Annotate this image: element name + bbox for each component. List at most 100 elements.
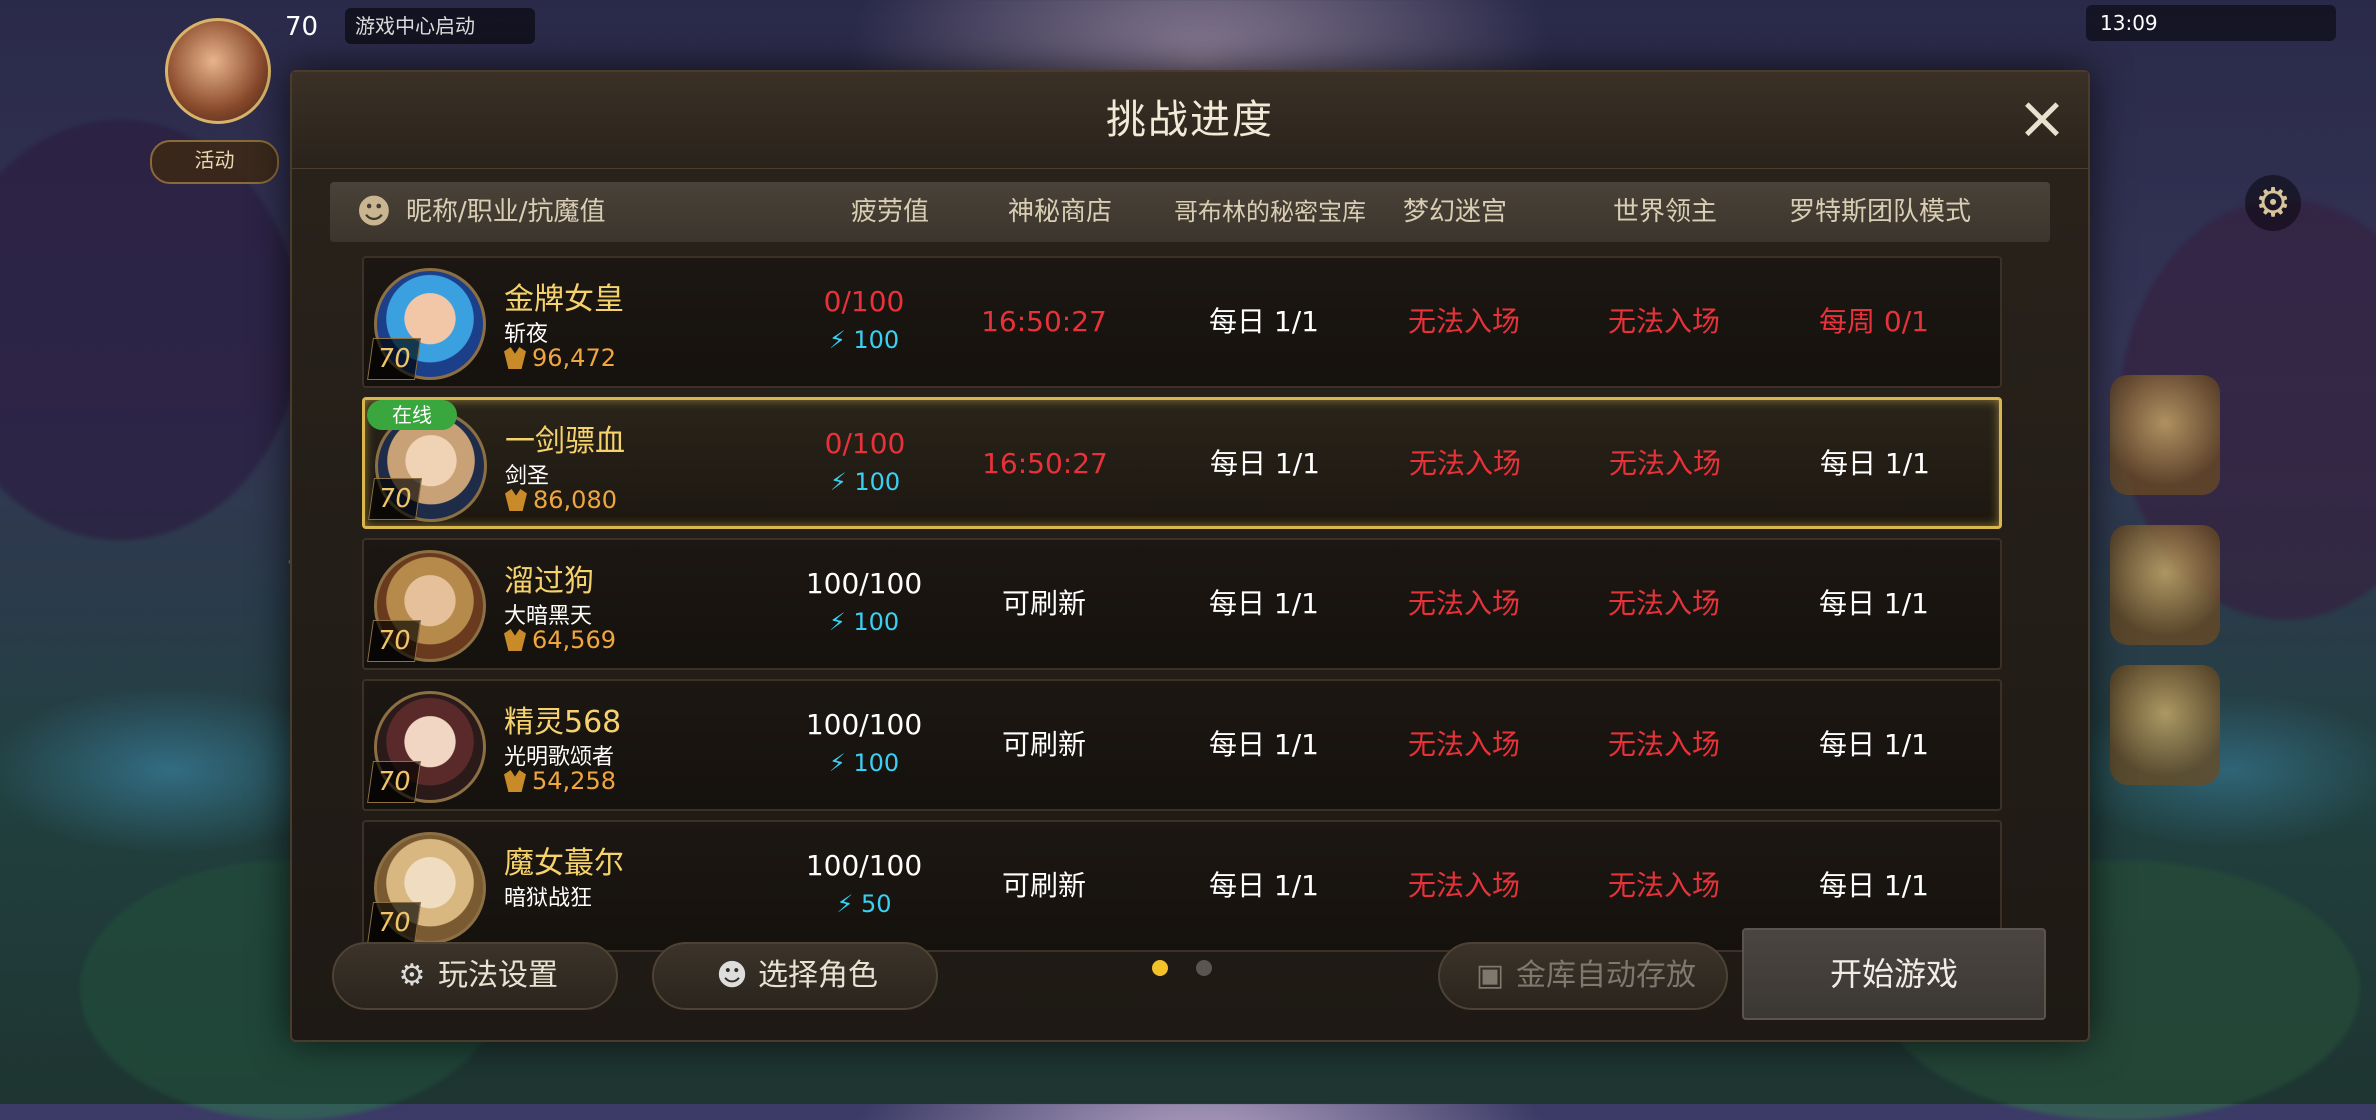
character-select-icon: ☻	[716, 958, 748, 993]
level-badge: 70	[367, 338, 421, 380]
anti-magic-number: 96,472	[532, 344, 616, 372]
lightning-icon: ⚡	[829, 468, 847, 496]
rotes-status: 每周 0/1	[1819, 305, 1929, 338]
energy-value: ⚡ 100	[784, 324, 944, 356]
shop-status: 可刷新	[1001, 587, 1086, 620]
anti-magic-number: 86,080	[533, 486, 617, 514]
table-header: ☻ 昵称/职业/抗魔值 疲劳值 神秘商店 哥布林的秘密宝库 梦幻迷宫 世界领主 …	[330, 182, 2050, 242]
dialog-title: 挑战进度	[1106, 97, 1274, 143]
fatigue-value: 100/100	[805, 849, 923, 882]
col-fatigue: 疲劳值	[850, 197, 929, 227]
maze-status: 无法入场	[1408, 447, 1521, 480]
anti-magic-number: 54,258	[532, 767, 616, 795]
status-bar-time: 13:09	[2086, 5, 2336, 41]
energy-value: ⚡ 100	[784, 606, 944, 638]
challenge-progress-dialog: 挑战进度 × ☻ 昵称/职业/抗魔值 疲劳值 神秘商店 哥布林的秘密宝库 梦幻迷…	[290, 70, 2090, 1042]
goblin-status: 每日 1/1	[1210, 447, 1320, 480]
energy-value: ⚡ 100	[785, 466, 945, 498]
col-name: 昵称/职业/抗魔值	[406, 197, 606, 227]
page-dot[interactable]	[1196, 960, 1212, 976]
character-list[interactable]: 70 金牌女皇 斩夜 96,472 0/100 ⚡ 100 16:50:27 每…	[362, 256, 2002, 976]
col-rotes: 罗特斯团队模式	[1788, 197, 1971, 227]
vault-icon: ▣	[1475, 958, 1505, 993]
settings-label: 玩法设置	[438, 958, 558, 993]
maze-status: 无法入场	[1407, 869, 1520, 902]
anti-magic-value: 86,080	[505, 486, 617, 514]
col-lord: 世界领主	[1612, 197, 1717, 227]
level-badge: 70	[367, 620, 421, 662]
maze-status: 无法入场	[1407, 728, 1520, 761]
anti-magic-value: 54,258	[504, 767, 616, 795]
fatigue-value: 100/100	[805, 567, 923, 600]
character-nickname: 金牌女皇	[504, 282, 624, 317]
goblin-status: 每日 1/1	[1209, 728, 1319, 761]
character-nickname: 溜过狗	[504, 564, 594, 599]
anti-magic-icon	[504, 770, 526, 792]
online-badge: 在线	[367, 400, 457, 430]
lord-status: 无法入场	[1607, 305, 1720, 338]
table-row[interactable]: 70 溜过狗 大暗黑天 64,569 100/100 ⚡ 100 可刷新 每日 …	[362, 538, 2002, 670]
table-row[interactable]: 70 金牌女皇 斩夜 96,472 0/100 ⚡ 100 16:50:27 每…	[362, 256, 2002, 388]
goblin-status: 每日 1/1	[1209, 305, 1319, 338]
table-row[interactable]: 70 在线 一剑骠血 剑圣 86,080 0/100 ⚡ 100 16:50:2…	[362, 397, 2002, 529]
player-avatar[interactable]	[165, 18, 271, 124]
lightning-icon: ⚡	[828, 749, 846, 777]
maze-status: 无法入场	[1407, 587, 1520, 620]
lightning-icon: ⚡	[828, 326, 846, 354]
page-dot-active[interactable]	[1152, 960, 1168, 976]
goblin-status: 每日 1/1	[1209, 869, 1319, 902]
select-role-button[interactable]: ☻ 选择角色	[652, 942, 938, 1010]
shop-status: 可刷新	[1001, 728, 1086, 761]
energy-number: 100	[853, 608, 900, 636]
maze-status: 无法入场	[1407, 305, 1520, 338]
lord-status: 无法入场	[1608, 447, 1721, 480]
auto-store-label: 金库自动存放	[1516, 958, 1696, 993]
fatigue-value: 0/100	[823, 285, 905, 318]
fatigue-value: 100/100	[805, 708, 923, 741]
rotes-status: 每日 1/1	[1819, 587, 1929, 620]
col-maze: 梦幻迷宫	[1402, 197, 1507, 227]
pvp-emblem-icon[interactable]	[2110, 375, 2220, 495]
player-level: 70	[285, 12, 319, 42]
character-job: 暗狱战狂	[504, 886, 593, 911]
close-icon[interactable]: ×	[2012, 88, 2072, 150]
energy-value: ⚡ 100	[784, 747, 944, 779]
gear-icon[interactable]: ⚙	[2245, 175, 2301, 231]
shop-status: 16:50:27	[982, 447, 1108, 480]
start-game-button[interactable]: 开始游戏	[1742, 928, 2046, 1020]
character-nickname: 魔女蕞尔	[504, 846, 624, 881]
anti-magic-icon	[504, 347, 526, 369]
rotes-status: 每日 1/1	[1820, 447, 1930, 480]
energy-number: 50	[860, 890, 892, 918]
start-game-label: 开始游戏	[1829, 955, 1958, 993]
col-shop: 神秘商店	[1007, 197, 1112, 227]
select-role-label: 选择角色	[758, 958, 878, 993]
level-badge: 70	[367, 902, 421, 944]
level-badge: 70	[368, 478, 422, 520]
table-row[interactable]: 70 精灵568 光明歌颂者 54,258 100/100 ⚡ 100 可刷新 …	[362, 679, 2002, 811]
anti-magic-icon	[504, 629, 526, 651]
lightning-icon: ⚡	[828, 608, 846, 636]
settings-button[interactable]: ⚙ 玩法设置	[332, 942, 618, 1010]
lord-status: 无法入场	[1607, 587, 1720, 620]
fatigue-value: 0/100	[824, 427, 906, 460]
energy-value: ⚡ 50	[784, 888, 944, 920]
energy-number: 100	[853, 326, 900, 354]
lord-status: 无法入场	[1607, 869, 1720, 902]
game-center-label[interactable]: 游戏中心启动	[345, 8, 535, 44]
character-nickname: 一剑骠血	[505, 424, 625, 459]
level-badge: 70	[367, 761, 421, 803]
energy-number: 100	[854, 468, 901, 496]
auto-store-button[interactable]: ▣ 金库自动存放	[1438, 942, 1728, 1010]
activity-button[interactable]: 活动	[150, 140, 279, 184]
anti-magic-value: 64,569	[504, 626, 616, 654]
guild-emblem-icon[interactable]	[2110, 525, 2220, 645]
character-nickname: 精灵568	[504, 705, 622, 740]
anti-magic-icon	[505, 489, 527, 511]
commission-emblem-icon[interactable]	[2110, 665, 2220, 785]
lightning-icon: ⚡	[836, 890, 854, 918]
col-goblin: 哥布林的秘密宝库	[1174, 198, 1366, 226]
anti-magic-value: 96,472	[504, 344, 616, 372]
gear-icon: ⚙	[398, 958, 426, 993]
lord-status: 无法入场	[1607, 728, 1720, 761]
